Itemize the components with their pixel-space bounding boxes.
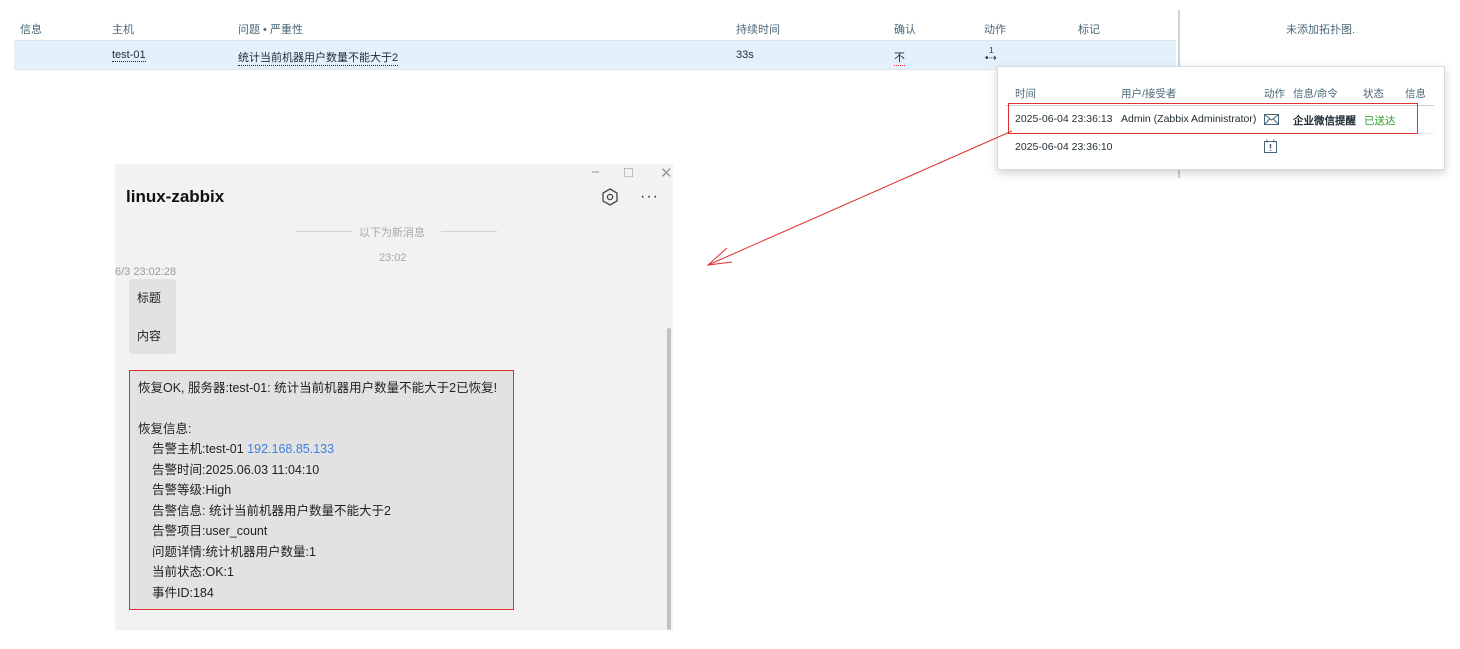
- alert-message-bubble[interactable]: 恢复OK, 服务器:test-01: 统计当前机器用户数量不能大于2已恢复! 恢…: [129, 370, 514, 610]
- alert-item: 告警项目:user_count: [152, 524, 268, 538]
- chat-scrollbar[interactable]: [667, 328, 671, 630]
- message-timestamp: 6/3 23:02:28: [115, 266, 177, 278]
- highlight-box-action: [1008, 103, 1418, 134]
- more-options-button[interactable]: ···: [640, 188, 659, 206]
- settings-icon[interactable]: [601, 188, 619, 209]
- problems-table-header: 信息 主机 问题 • 严重性 持续时间 确认 动作 标记: [14, 12, 1176, 41]
- calendar-alert-icon: [1264, 139, 1277, 153]
- col-actions: 动作: [984, 24, 1006, 36]
- host-ip-link[interactable]: 192.168.85.133: [247, 442, 334, 456]
- alert-time: 告警时间:2025.06.03 11:04:10: [152, 462, 320, 477]
- popup-col-time: 时间: [1015, 88, 1036, 100]
- event-id: 事件ID:184: [152, 585, 214, 600]
- popup-col-status: 状态: [1363, 88, 1384, 100]
- bubble-content: 内容: [137, 329, 162, 343]
- popup-col-info: 信息: [1405, 88, 1426, 100]
- recovery-headline: 恢复OK, 服务器:test-01: 统计当前机器用户数量不能大于2已恢复!: [138, 381, 498, 395]
- actions-arrow-icon: •⇢: [985, 53, 997, 64]
- col-host[interactable]: 主机: [112, 21, 134, 37]
- recovery-info-label: 恢复信息:: [138, 421, 192, 436]
- col-info[interactable]: 信息: [20, 21, 42, 37]
- message-bubble[interactable]: 标题 内容: [129, 279, 176, 354]
- maximize-button[interactable]: □: [624, 164, 633, 181]
- bubble-title: 标题: [137, 291, 162, 305]
- center-timestamp: 23:02: [379, 252, 407, 264]
- alert-host: 告警主机:test-01: [152, 442, 248, 456]
- row-time: 2025-06-04 23:36:10: [1015, 141, 1113, 153]
- close-button[interactable]: ✕: [660, 164, 673, 182]
- chat-window: − □ ✕ linux-zabbix ··· 以下为新消息 23:02 6/3 …: [115, 164, 673, 630]
- col-problem[interactable]: 问题 • 严重性: [238, 21, 303, 37]
- popup-col-message: 信息/命令: [1293, 88, 1338, 100]
- col-duration[interactable]: 持续时间: [736, 21, 780, 37]
- problem-link[interactable]: 统计当前机器用户数量不能大于2: [238, 49, 399, 66]
- new-messages-divider: 以下为新消息: [359, 227, 425, 239]
- current-status: 当前状态:OK:1: [152, 565, 234, 579]
- alert-level: 告警等级:High: [152, 483, 232, 497]
- col-ack[interactable]: 确认: [894, 21, 916, 37]
- no-map-text: 未添加拓扑图.: [1286, 24, 1356, 36]
- duration-value: 33s: [736, 49, 754, 61]
- alert-info: 告警信息: 统计当前机器用户数量不能大于2: [152, 503, 391, 518]
- minimize-button[interactable]: −: [591, 164, 600, 181]
- popup-col-action: 动作: [1264, 88, 1285, 100]
- chat-title: linux-zabbix: [126, 187, 225, 206]
- host-link[interactable]: test-01: [112, 49, 146, 62]
- divider-line-right: [441, 231, 497, 232]
- col-tags: 标记: [1078, 24, 1100, 36]
- actions-icon[interactable]: 1 •⇢: [985, 45, 997, 67]
- problem-detail: 问题详情:统计机器用户数量:1: [152, 544, 316, 559]
- ack-link[interactable]: 不: [894, 49, 905, 66]
- divider-line-left: [296, 231, 352, 232]
- popup-col-user: 用户/接受者: [1121, 88, 1177, 100]
- alert-host-line: 告警主机:test-01 192.168.85.133: [138, 439, 505, 460]
